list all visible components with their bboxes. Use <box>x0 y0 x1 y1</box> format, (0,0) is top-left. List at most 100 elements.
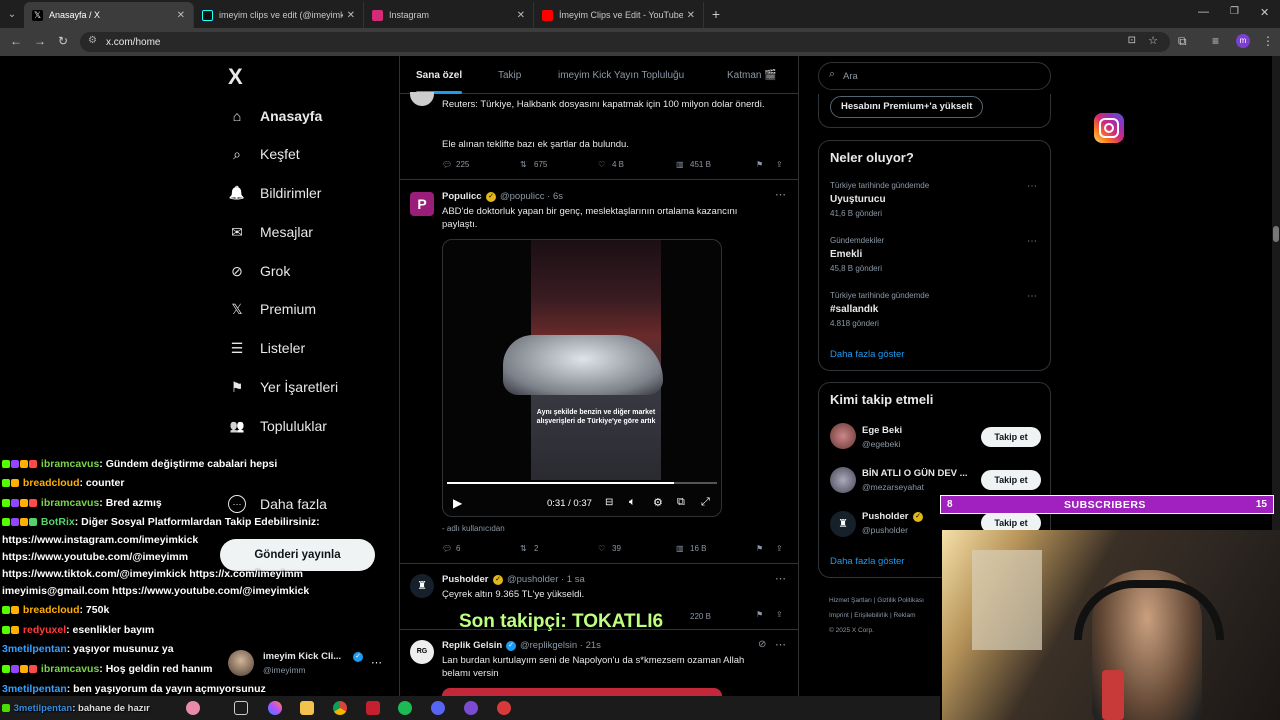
forward-icon[interactable]: → <box>34 34 46 48</box>
tab-following[interactable]: Takip <box>498 70 521 81</box>
address-bar[interactable]: ⚙ x.com/home ⊡ ☆ <box>80 32 1170 52</box>
minimize-button[interactable]: — <box>1198 6 1209 18</box>
tab-for-you[interactable]: Sana özel <box>416 70 462 81</box>
post-button[interactable]: Gönderi yayınla <box>220 539 375 571</box>
back-icon[interactable]: ← <box>10 34 22 48</box>
repost-icon[interactable]: ⇅ <box>520 544 527 553</box>
bookmark-icon[interactable]: ⚑ <box>756 544 763 553</box>
maximize-button[interactable]: ❐ <box>1230 6 1239 17</box>
post-populicc[interactable]: P Populicc ✓ @populicc · 6s ⋯ ABD'de dok… <box>400 180 798 564</box>
footer-link[interactable]: Gizlilik Politikası <box>877 597 924 604</box>
nav-home[interactable]: ⌂ Anasayfa <box>228 103 323 129</box>
post-reuters[interactable]: Reuters: Türkiye, Halkbank dosyasını kap… <box>400 92 798 180</box>
pip-icon[interactable]: ⧉ <box>677 496 685 509</box>
bug-app-icon[interactable] <box>497 701 511 715</box>
post-replik[interactable]: RG Replik Gelsin ✓ @replikgelsin · 21s ⊘… <box>400 630 798 696</box>
post-author[interactable]: Pusholder <box>442 574 488 585</box>
task-view-icon[interactable] <box>234 701 248 715</box>
tab-search-button[interactable]: ⌄ <box>0 9 24 20</box>
footer-link[interactable]: Reklam <box>893 612 915 619</box>
reply-icon[interactable]: 💬︎ <box>442 160 452 169</box>
follow-button[interactable]: Takip et <box>981 427 1041 447</box>
more-icon[interactable]: ⋯ <box>775 572 786 585</box>
share-icon[interactable]: ⇪ <box>776 160 783 169</box>
reload-icon[interactable]: ↻ <box>58 34 68 48</box>
more-icon[interactable]: ⋯ <box>775 188 786 201</box>
more-icon[interactable]: ⋯ <box>1027 291 1038 302</box>
tab-instagram[interactable]: Instagram ✕ <box>364 2 534 28</box>
tab-youtube[interactable]: İmeyim Clips ve Edit - YouTube ✕ <box>534 2 704 28</box>
nav-grok[interactable]: ⊘ Grok <box>228 258 290 284</box>
suggest-name[interactable]: Pusholder <box>862 511 908 522</box>
post-author[interactable]: Replik Gelsin <box>442 640 502 651</box>
who-show-more[interactable]: Daha fazla göster <box>830 556 904 567</box>
repost-icon[interactable]: ⇅ <box>520 160 527 169</box>
x-logo[interactable]: X <box>228 64 243 90</box>
octopus-icon[interactable] <box>186 701 200 715</box>
discord-icon[interactable] <box>431 701 445 715</box>
video-progress-track[interactable] <box>447 482 717 484</box>
post-media-preview[interactable] <box>442 688 722 696</box>
tab-community[interactable]: imeyim Kick Yayın Topluluğu <box>558 70 684 81</box>
nav-premium[interactable]: 𝕏 Premium <box>228 296 316 322</box>
footer-link[interactable]: Imprint <box>829 612 849 619</box>
tab-katman[interactable]: Katman 🎬 <box>727 70 777 81</box>
nav-messages[interactable]: ✉ Mesajlar <box>228 219 313 245</box>
extensions-icon[interactable]: ⧉ <box>1178 34 1187 49</box>
tab-tiktok[interactable]: imeyim clips ve edit (@imeyimk ✕ <box>194 2 364 28</box>
search-box[interactable]: ⌕ Ara <box>818 62 1051 90</box>
post-author[interactable]: Populicc <box>442 191 482 202</box>
nav-explore[interactable]: ⌕ Keşfet <box>228 141 300 167</box>
premium-button[interactable]: Hesabını Premium+'a yükselt <box>830 96 984 118</box>
menu-icon[interactable]: ⋮ <box>1262 34 1274 48</box>
views-icon[interactable]: ▥ <box>676 544 684 553</box>
captions-icon[interactable]: ⊟ <box>605 497 613 508</box>
nav-lists[interactable]: ☰ Listeler <box>228 335 305 361</box>
nav-more[interactable]: ⋯ Daha fazla <box>228 491 327 517</box>
scrollbar-thumb[interactable] <box>1273 226 1279 242</box>
copilot-icon[interactable] <box>268 701 282 715</box>
like-icon[interactable]: ♡ <box>598 160 605 169</box>
play-icon[interactable]: ▶ <box>453 496 462 510</box>
more-icon[interactable]: ⋯ <box>1027 236 1038 247</box>
new-tab-button[interactable]: + <box>704 6 728 22</box>
share-icon[interactable]: ⇪ <box>776 544 783 553</box>
bookmark-icon[interactable]: ⚑ <box>756 610 763 619</box>
file-explorer-icon[interactable] <box>300 701 314 715</box>
account-switcher[interactable]: imeyim Kick Cli... ✓ @imeyimm ⋯ <box>226 648 386 678</box>
share-icon[interactable]: ⇪ <box>776 610 783 619</box>
nav-communities[interactable]: 👥 Topluluklar <box>228 413 327 439</box>
grok-icon[interactable]: ⊘ <box>758 639 766 650</box>
follow-button[interactable]: Takip et <box>981 470 1041 490</box>
nav-bookmarks[interactable]: ⚑ Yer İşaretleri <box>228 374 338 400</box>
nav-notifications[interactable]: 🔔 Bildirimler <box>228 180 322 206</box>
spotify-icon[interactable] <box>398 701 412 715</box>
close-icon[interactable]: ✕ <box>517 10 525 21</box>
chrome-icon[interactable] <box>333 701 347 715</box>
suggest-name[interactable]: Ege Beki <box>862 425 902 436</box>
settings-icon[interactable]: ⚙ <box>653 496 663 509</box>
bookmark-star-icon[interactable]: ☆ <box>1148 34 1158 47</box>
views-icon[interactable]: ▥ <box>676 160 684 169</box>
reading-list-icon[interactable]: ≡ <box>1212 34 1219 48</box>
tab-x-home[interactable]: 𝕏 Anasayfa / X ✕ <box>24 2 194 28</box>
site-info-icon[interactable]: ⚙ <box>88 35 97 46</box>
fullscreen-icon[interactable]: ⤢ <box>701 496 710 509</box>
reply-icon[interactable]: 💬︎ <box>442 544 452 553</box>
trends-show-more[interactable]: Daha fazla göster <box>830 349 904 360</box>
more-icon[interactable]: ⋯ <box>1027 181 1038 192</box>
close-icon[interactable]: ✕ <box>347 10 355 21</box>
suggest-name[interactable]: BİN ATLI O GÜN DEV ... <box>862 468 968 479</box>
close-window-button[interactable]: ✕ <box>1260 6 1269 19</box>
close-icon[interactable]: ✕ <box>177 10 185 21</box>
winrar-icon[interactable] <box>366 701 380 715</box>
footer-link[interactable]: Erişilebilirlik <box>854 612 888 619</box>
close-icon[interactable]: ✕ <box>687 10 695 21</box>
like-icon[interactable]: ♡ <box>598 544 605 553</box>
more-icon[interactable]: ⋯ <box>775 638 786 651</box>
obs-icon[interactable] <box>464 701 478 715</box>
trend-name[interactable]: Emekli <box>830 249 862 260</box>
trend-name[interactable]: Uyuşturucu <box>830 194 886 205</box>
volume-icon[interactable]: 🔈︎ <box>629 496 636 509</box>
trend-name[interactable]: #sallandık <box>830 304 878 315</box>
